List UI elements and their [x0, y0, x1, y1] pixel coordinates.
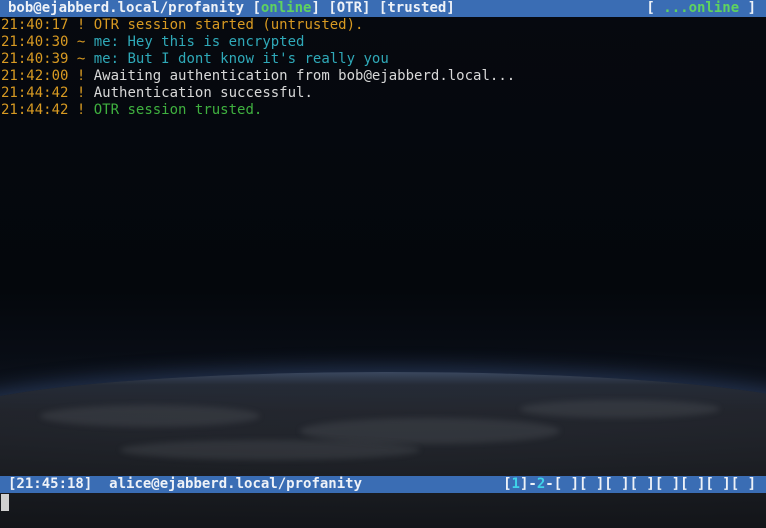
status-jid: alice@ejabberd.local/profanity	[109, 476, 363, 492]
message-timestamp: 21:40:17	[1, 17, 69, 33]
window-bracket: [	[503, 476, 512, 492]
status-clock: [21:45:18]	[8, 476, 93, 492]
terminal-window: bob@ejabberd.local/profanity [online] [O…	[0, 0, 766, 528]
message-marker: !	[76, 102, 86, 118]
message-text: Awaiting authentication from bob@ejabber…	[93, 68, 516, 84]
presence-status: online	[260, 0, 312, 16]
message-line: 21:40:17 ! OTR session started (untruste…	[1, 17, 515, 34]
message-timestamp: 21:44:42	[1, 85, 69, 101]
connection-status: ...online	[663, 0, 740, 16]
message-line: 21:44:42 ! OTR session trusted.	[1, 102, 515, 119]
text-cursor	[1, 494, 9, 511]
otr-tag: [OTR]	[328, 0, 371, 16]
window-separator: ]-	[519, 476, 537, 492]
message-text: OTR session started (untrusted).	[93, 17, 364, 33]
bracket-open: [	[646, 0, 664, 16]
message-list: 21:40:17 ! OTR session started (untruste…	[1, 17, 515, 119]
bracket-close: ]	[739, 0, 756, 16]
message-line: 21:40:39 ~ me: But I dont know it's real…	[1, 51, 515, 68]
window-slots[interactable]: -[ ][ ][ ][ ][ ][ ][ ][ ]	[545, 476, 756, 492]
cloud-shape	[300, 418, 560, 444]
message-marker: !	[76, 85, 86, 101]
title-bar-right: [ ...online ]	[646, 0, 756, 17]
message-marker: ~	[76, 51, 86, 67]
account-jid: bob@ejabberd.local/profanity	[8, 0, 245, 16]
message-line: 21:42:00 ! Awaiting authentication from …	[1, 68, 515, 85]
window-list: [1]-2-[ ][ ][ ][ ][ ][ ][ ][ ]	[503, 476, 756, 493]
trust-tag: [trusted]	[378, 0, 455, 16]
message-timestamp: 21:42:00	[1, 68, 69, 84]
title-bar-left: bob@ejabberd.local/profanity [online] [O…	[8, 0, 455, 16]
cloud-shape	[40, 405, 260, 427]
message-marker: !	[76, 17, 86, 33]
message-text: OTR session trusted.	[93, 102, 263, 118]
message-marker: ~	[76, 34, 86, 50]
message-text: me: Hey this is encrypted	[93, 34, 305, 50]
message-text: Authentication successful.	[93, 85, 313, 101]
status-bar: [21:45:18] alice@ejabberd.local/profanit…	[0, 476, 766, 493]
input-prompt[interactable]	[0, 494, 766, 528]
message-marker: !	[76, 68, 86, 84]
message-text: me: But I dont know it's really you	[93, 51, 389, 67]
window-1-active[interactable]: 1	[512, 476, 520, 492]
cloud-shape	[120, 440, 420, 460]
message-line: 21:44:42 ! Authentication successful.	[1, 85, 515, 102]
message-line: 21:40:30 ~ me: Hey this is encrypted	[1, 34, 515, 51]
title-bar: bob@ejabberd.local/profanity [ online] [O…	[0, 0, 766, 17]
cloud-shape	[520, 400, 720, 418]
message-timestamp: 21:44:42	[1, 102, 69, 118]
message-timestamp: 21:40:30	[1, 34, 69, 50]
status-bar-left: [21:45:18] alice@ejabberd.local/profanit…	[8, 476, 362, 493]
message-timestamp: 21:40:39	[1, 51, 69, 67]
